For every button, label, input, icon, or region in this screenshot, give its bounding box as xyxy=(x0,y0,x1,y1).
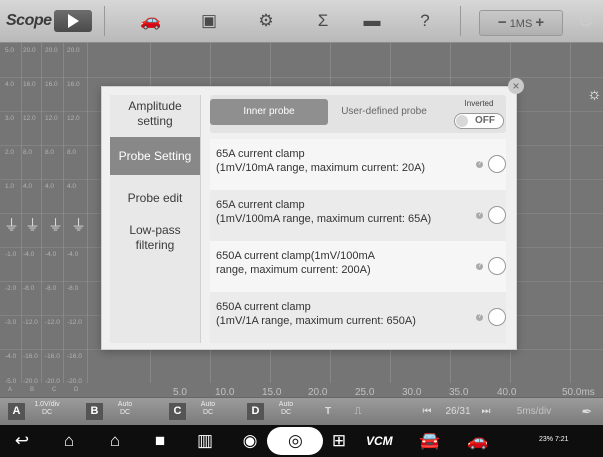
probe-option[interactable]: 65A current clamp (1mV/10mA range, maxim… xyxy=(210,139,506,190)
channel-b-scale: Auto xyxy=(117,401,133,408)
timebase-control[interactable]: − 1MS + xyxy=(479,10,563,36)
probe-settings-panel: Inner probe User-defined probe Inverted … xyxy=(210,95,506,347)
toolbar-separator xyxy=(460,6,461,36)
probe-type-switcher: Inner probe User-defined probe Inverted … xyxy=(210,95,506,133)
last-page-icon[interactable]: ⏭ xyxy=(480,403,492,420)
channel-b-button[interactable]: B xyxy=(86,403,103,420)
channel-d-coupling: DC xyxy=(280,409,292,416)
probe-icon[interactable]: ✒ xyxy=(578,403,596,420)
tab-probe-setting[interactable]: Probe Setting xyxy=(110,137,200,175)
brightness-icon[interactable]: ☼ xyxy=(587,86,602,104)
help-icon[interactable]: ? xyxy=(476,263,483,270)
play-button[interactable] xyxy=(54,10,92,32)
probe-radio[interactable] xyxy=(488,257,506,275)
time-scale-control[interactable]: 5ms/div xyxy=(505,403,563,420)
first-page-icon[interactable]: ⏮ xyxy=(421,403,433,420)
channel-c-coupling: DC xyxy=(202,409,214,416)
square-icon[interactable]: ■ xyxy=(148,429,172,453)
user-defined-probe-tab[interactable]: User-defined probe xyxy=(328,99,440,125)
channel-c-settings[interactable]: Auto DC xyxy=(186,401,230,417)
channel-d-scale: Auto xyxy=(278,401,294,408)
inner-probe-tab[interactable]: Inner probe xyxy=(210,99,328,125)
toolbar-separator xyxy=(104,6,105,36)
timebase-value: 1MS xyxy=(509,18,533,30)
chart-icon[interactable]: ▣ xyxy=(199,11,219,31)
tab-low-pass-filtering[interactable]: Low-pass filtering xyxy=(110,219,200,257)
probe-option[interactable]: 650A current clamp (1mV/1A range, maximu… xyxy=(210,292,506,343)
channel-a-button[interactable]: A xyxy=(8,403,25,420)
plus-button[interactable]: + xyxy=(535,14,544,31)
minus-button[interactable]: − xyxy=(498,14,507,31)
folder-icon[interactable]: ▬ xyxy=(362,11,382,31)
inverted-toggle[interactable]: OFF xyxy=(454,113,504,129)
channel-c-button[interactable]: C xyxy=(169,403,186,420)
tab-amplitude-setting[interactable]: Amplitude setting xyxy=(110,95,200,133)
channel-b-coupling: DC xyxy=(119,409,131,416)
browser-icon[interactable]: ◉ xyxy=(238,429,262,453)
vehicle-icon[interactable]: 🚘 xyxy=(418,429,442,453)
house-icon[interactable]: ⌂ xyxy=(103,429,127,453)
channel-a-settings[interactable]: 1.0V/div DC xyxy=(25,401,69,417)
probe-option[interactable]: 65A current clamp (1mV/100mA range, maxi… xyxy=(210,190,506,241)
settings-gear-icon[interactable]: ⚙ xyxy=(574,9,598,33)
screen-record-icon[interactable]: ⊞ xyxy=(327,429,351,453)
toggle-state: OFF xyxy=(475,115,495,126)
probe-option-label: 650A current clamp (1mV/1A range, maximu… xyxy=(216,301,416,327)
channel-d-button[interactable]: D xyxy=(247,403,264,420)
trigger-edge-icon[interactable]: ⎍ xyxy=(348,403,368,420)
probe-radio[interactable] xyxy=(488,206,506,224)
inverted-label: Inverted xyxy=(464,99,494,108)
trigger-button[interactable]: T xyxy=(320,403,336,420)
probe-option[interactable]: 650A current clamp(1mV/100mA range, maxi… xyxy=(210,241,506,292)
android-navigation-bar: ↩ ⌂ ⌂ ■ ▥ ◉ ◎ ⊞ VCM 🚘 🚗 23% 7:21 xyxy=(0,425,603,457)
channel-a-coupling: DC xyxy=(41,409,53,416)
camera-button[interactable]: ◎ xyxy=(267,427,323,455)
channel-c-scale: Auto xyxy=(200,401,216,408)
tab-probe-edit[interactable]: Probe edit xyxy=(110,179,200,217)
channel-d-settings[interactable]: Auto DC xyxy=(264,401,308,417)
back-icon[interactable]: ↩ xyxy=(10,429,34,453)
probe-list: 65A current clamp (1mV/10mA range, maxim… xyxy=(210,139,506,343)
probe-settings-dialog: Amplitude setting Probe Setting Probe ed… xyxy=(101,86,517,350)
settings-tab-list: Amplitude setting Probe Setting Probe ed… xyxy=(110,95,201,343)
car-icon[interactable]: 🚗 xyxy=(140,11,161,31)
home-icon[interactable]: ⌂ xyxy=(57,429,81,453)
channel-bar: A 1.0V/div DC B Auto DC C Auto DC D Auto DC … xyxy=(0,397,603,425)
probe-option-label: 65A current clamp (1mV/10mA range, maxim… xyxy=(216,148,426,174)
probe-option-label: 650A current clamp(1mV/100mA range, maxi… xyxy=(216,250,375,276)
status-bar: 23% 7:21 xyxy=(539,436,569,443)
channel-b-settings[interactable]: Auto DC xyxy=(103,401,147,417)
vehicle-connect-icon[interactable]: 🚗 xyxy=(466,429,490,453)
channel-a-scale: 1.0V/div xyxy=(34,401,60,408)
close-icon[interactable]: × xyxy=(508,78,524,94)
top-toolbar: Scope 🚗 ▣ ⚙ Σ ▬ ? − 1MS + ⚙ xyxy=(0,0,603,43)
recent-apps-icon[interactable]: ▥ xyxy=(193,429,217,453)
page-indicator: 26/31 xyxy=(445,406,471,417)
help-icon[interactable]: ? xyxy=(476,314,483,321)
probe-radio[interactable] xyxy=(488,155,506,173)
probe-radio[interactable] xyxy=(488,308,506,326)
toggle-knob xyxy=(456,115,468,127)
help-icon[interactable]: ? xyxy=(415,11,435,31)
gear-icon[interactable]: ⚙ xyxy=(256,11,276,31)
help-icon[interactable]: ? xyxy=(476,161,483,168)
vcm-icon[interactable]: VCM xyxy=(366,429,393,453)
camera-icon: ◎ xyxy=(288,431,303,450)
help-icon[interactable]: ? xyxy=(476,212,483,219)
sigma-icon[interactable]: Σ xyxy=(313,11,333,31)
app-title: Scope xyxy=(6,12,52,29)
probe-option-label: 65A current clamp (1mV/100mA range, maxi… xyxy=(216,199,432,225)
